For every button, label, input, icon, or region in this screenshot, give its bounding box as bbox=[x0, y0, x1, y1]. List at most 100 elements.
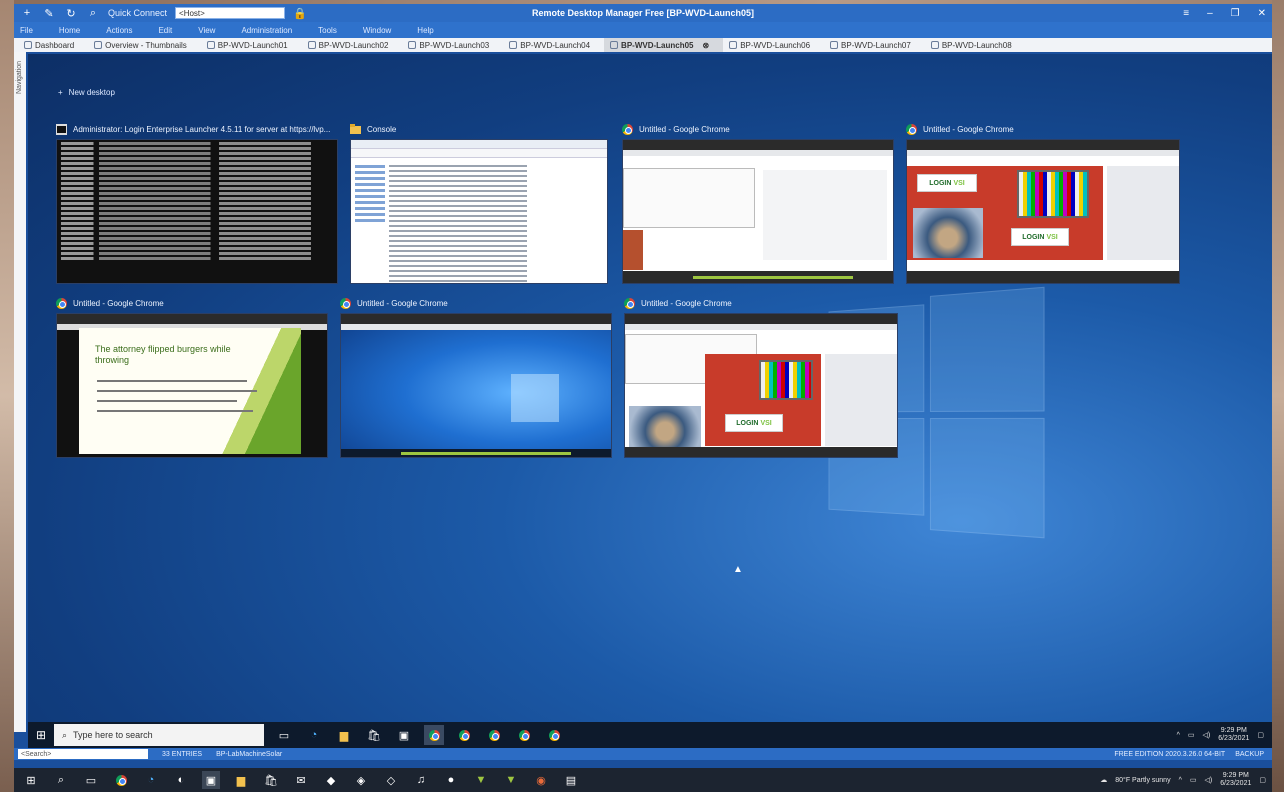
tab-launch08[interactable]: BP-WVD-Launch08 bbox=[925, 38, 1026, 52]
network-icon[interactable]: ▭ bbox=[1190, 776, 1197, 784]
globe-icon[interactable]: ● bbox=[442, 771, 460, 789]
maximize-icon[interactable]: ❐ bbox=[1231, 8, 1240, 19]
app-icon[interactable]: ◆ bbox=[322, 771, 340, 789]
tab-launch05[interactable]: BP-WVD-Launch05 ⊗ bbox=[604, 38, 724, 52]
ribbon-menu-icon[interactable]: ≡ bbox=[1183, 8, 1189, 19]
brand-logo: LOGIN VSI bbox=[917, 174, 977, 192]
tray-chevron-icon[interactable]: ^ bbox=[1177, 732, 1180, 739]
chrome-taskbar-icon[interactable] bbox=[424, 725, 444, 745]
window-thumbnail-chrome-5[interactable]: Untitled - Google Chrome LOGIN VSI bbox=[624, 296, 898, 458]
add-icon[interactable]: + bbox=[20, 6, 34, 20]
cmd-icon[interactable]: ▣ bbox=[394, 725, 414, 745]
thumbnail-header: Untitled - Google Chrome bbox=[56, 296, 328, 310]
tab-close-icon[interactable]: ⊗ bbox=[703, 41, 710, 50]
app-icon[interactable]: ◈ bbox=[352, 771, 370, 789]
quick-connect-label: Quick Connect bbox=[108, 8, 168, 18]
rdp-icon bbox=[930, 41, 939, 49]
volume-icon[interactable]: ◁) bbox=[1203, 731, 1211, 739]
search-icon[interactable]: ⌕ bbox=[52, 771, 70, 789]
console-preview bbox=[56, 139, 338, 284]
weather-text[interactable]: 80°F Partly sunny bbox=[1115, 777, 1170, 784]
lock-icon[interactable]: 🔒 bbox=[293, 6, 307, 20]
store-icon[interactable]: 🛍 bbox=[364, 725, 384, 745]
rdm-window: + ✎ ↻ ⌕ Quick Connect <Host> 🔒 Remote De… bbox=[14, 4, 1272, 768]
teams-icon[interactable]: ◐ bbox=[172, 771, 190, 789]
explorer-preview bbox=[350, 139, 608, 284]
window-thumbnail-chrome-2[interactable]: Untitled - Google Chrome LOGIN VSI LOGIN V… bbox=[906, 122, 1180, 284]
refresh-icon[interactable]: ↻ bbox=[64, 6, 78, 20]
menu-edit[interactable]: Edit bbox=[158, 26, 172, 35]
remote-system-tray: ^ ▭ ◁) 9:29 PM 6/23/2021 ▢ bbox=[1177, 727, 1272, 743]
mail-icon[interactable]: ✉ bbox=[292, 771, 310, 789]
chrome-taskbar-icon[interactable] bbox=[484, 725, 504, 745]
tray-chevron-icon[interactable]: ^ bbox=[1179, 777, 1182, 784]
notifications-icon[interactable]: ▢ bbox=[1257, 731, 1264, 739]
edge-icon[interactable]: ◔ bbox=[142, 771, 160, 789]
tab-overview[interactable]: Overview - Thumbnails bbox=[88, 38, 201, 52]
close-icon[interactable]: ✕ bbox=[1258, 8, 1266, 19]
quick-connect-input[interactable]: <Host> bbox=[175, 7, 286, 19]
chrome-icon bbox=[622, 123, 633, 135]
tab-launch04[interactable]: BP-WVD-Launch04 bbox=[503, 38, 604, 52]
rdp-icon bbox=[610, 41, 619, 49]
host-clock[interactable]: 9:29 PM 6/23/2021 bbox=[1220, 772, 1251, 788]
rdm-icon[interactable]: ▣ bbox=[202, 771, 220, 789]
chrome-taskbar-icon[interactable] bbox=[454, 725, 474, 745]
navigation-pane-collapsed[interactable]: Navigation bbox=[14, 52, 26, 732]
tab-dashboard[interactable]: Dashboard bbox=[18, 38, 88, 52]
chrome-taskbar-icon[interactable] bbox=[514, 725, 534, 745]
task-view-icon[interactable]: ▭ bbox=[82, 771, 100, 789]
thumbnail-header: Administrator: Login Enterprise Launcher… bbox=[56, 122, 338, 136]
edge-icon[interactable]: ◔ bbox=[304, 725, 324, 745]
menu-tools[interactable]: Tools bbox=[318, 26, 337, 35]
menu-window[interactable]: Window bbox=[363, 26, 391, 35]
task-view-icon[interactable]: ▭ bbox=[274, 725, 294, 745]
taskbar-search-box[interactable]: ⌕ Type here to search bbox=[54, 724, 264, 746]
remote-clock[interactable]: 9:29 PM 6/23/2021 bbox=[1218, 727, 1249, 743]
tab-launch03[interactable]: BP-WVD-Launch03 bbox=[402, 38, 503, 52]
remote-taskbar: ⊞ ⌕ Type here to search ▭ ◔ ▆ 🛍 ▣ ^ ▭ ◁)… bbox=[28, 722, 1272, 748]
window-thumbnail-chrome-3[interactable]: Untitled - Google Chrome The attorney fl… bbox=[56, 296, 328, 458]
search-icon[interactable]: ⌕ bbox=[86, 6, 100, 20]
loginvsi-icon[interactable]: ▼ bbox=[502, 771, 520, 789]
backup-button[interactable]: BACKUP bbox=[1235, 751, 1264, 758]
chrome-taskbar-icon[interactable] bbox=[112, 771, 130, 789]
menu-administration[interactable]: Administration bbox=[241, 26, 292, 35]
tab-launch06[interactable]: BP-WVD-Launch06 bbox=[723, 38, 824, 52]
menu-view[interactable]: View bbox=[198, 26, 215, 35]
tab-launch02[interactable]: BP-WVD-Launch02 bbox=[302, 38, 403, 52]
status-search-input[interactable]: <Search> bbox=[18, 749, 148, 759]
app-icon[interactable]: ◉ bbox=[532, 771, 550, 789]
file-explorer-icon[interactable]: ▆ bbox=[232, 771, 250, 789]
loginvsi-icon[interactable]: ▼ bbox=[472, 771, 490, 789]
testcard-image bbox=[759, 360, 813, 400]
windows-icon[interactable]: ⊞ bbox=[22, 771, 40, 789]
menu-file[interactable]: File bbox=[20, 26, 33, 35]
volume-icon[interactable]: ◁) bbox=[1205, 776, 1213, 784]
tab-launch07[interactable]: BP-WVD-Launch07 bbox=[824, 38, 925, 52]
tab-launch01[interactable]: BP-WVD-Launch01 bbox=[201, 38, 302, 52]
file-explorer-icon[interactable]: ▆ bbox=[334, 725, 354, 745]
store-icon[interactable]: 🛍 bbox=[262, 771, 280, 789]
window-thumbnail-chrome-1[interactable]: Untitled - Google Chrome bbox=[622, 122, 894, 284]
network-icon[interactable]: ▭ bbox=[1188, 731, 1195, 739]
new-desktop-button[interactable]: + New desktop bbox=[58, 88, 115, 97]
thumbnail-title: Untitled - Google Chrome bbox=[923, 124, 1014, 134]
app-icon[interactable]: ◇ bbox=[382, 771, 400, 789]
menu-actions[interactable]: Actions bbox=[106, 26, 132, 35]
chrome-taskbar-icon[interactable] bbox=[544, 725, 564, 745]
thumbnail-header: Untitled - Google Chrome bbox=[340, 296, 612, 310]
rdp-icon bbox=[729, 41, 738, 49]
edit-icon[interactable]: ✎ bbox=[42, 6, 56, 20]
window-thumbnail-explorer[interactable]: Console bbox=[350, 122, 608, 284]
terminal-icon bbox=[56, 123, 67, 135]
start-button[interactable]: ⊞ bbox=[28, 722, 54, 748]
app-icon[interactable]: ▤ bbox=[562, 771, 580, 789]
minimize-icon[interactable]: – bbox=[1207, 8, 1213, 19]
menu-help[interactable]: Help bbox=[417, 26, 433, 35]
window-thumbnail-console[interactable]: Administrator: Login Enterprise Launcher… bbox=[56, 122, 338, 284]
menu-home[interactable]: Home bbox=[59, 26, 80, 35]
music-icon[interactable]: ♫ bbox=[412, 771, 430, 789]
notifications-icon[interactable]: ▢ bbox=[1259, 776, 1266, 784]
window-thumbnail-chrome-4[interactable]: Untitled - Google Chrome bbox=[340, 296, 612, 458]
